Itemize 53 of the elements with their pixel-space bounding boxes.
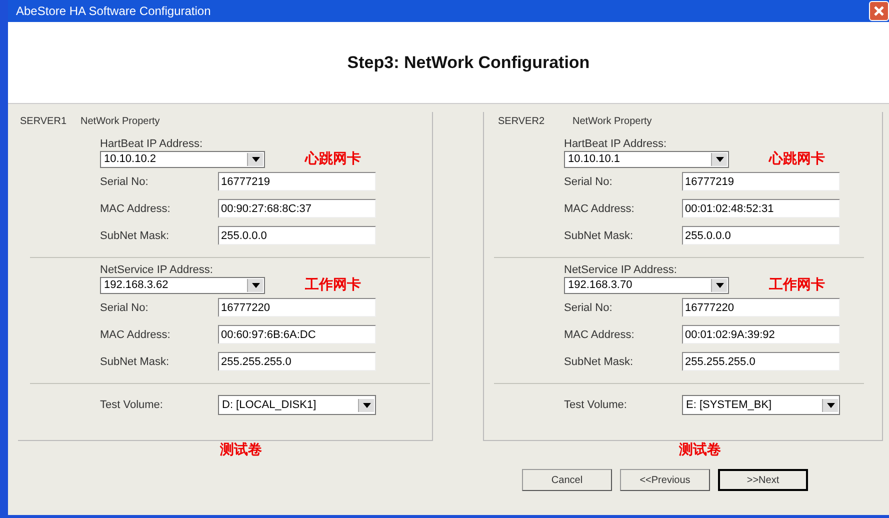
annotation-label: 工作网卡 bbox=[305, 276, 361, 294]
field-label: Test Volume: bbox=[100, 399, 164, 411]
dialog-button[interactable]: <<Previous bbox=[620, 469, 710, 491]
close-icon bbox=[873, 5, 885, 17]
text-field[interactable]: 16777219 bbox=[218, 172, 376, 191]
field-label: MAC Address: bbox=[100, 328, 172, 340]
group-title: NetWork Property bbox=[80, 116, 160, 129]
annotation-label: 测试卷 bbox=[220, 441, 263, 459]
ip-dropdown[interactable]: 192.168.3.62 bbox=[100, 276, 265, 294]
volume-dropdown[interactable]: E: [SYSTEM_BK] bbox=[682, 395, 840, 415]
field-label: Serial No: bbox=[100, 302, 150, 314]
text-field[interactable]: 16777220 bbox=[682, 298, 840, 317]
dialog-button[interactable]: Cancel bbox=[522, 469, 612, 491]
field-label: SubNet Mask: bbox=[100, 356, 170, 368]
ip-dropdown[interactable]: 10.10.10.1 bbox=[564, 150, 729, 168]
field-label: MAC Address: bbox=[100, 202, 172, 214]
text-field[interactable]: 00:90:27:68:8C:37 bbox=[218, 199, 376, 218]
step-heading: Step3: NetWork Configuration bbox=[347, 52, 590, 72]
text-field[interactable]: 00:60:97:6B:6A:DC bbox=[218, 325, 376, 344]
text-field[interactable]: 255.0.0.0 bbox=[682, 226, 840, 245]
text-field[interactable]: 255.0.0.0 bbox=[218, 226, 376, 245]
text-field[interactable]: 255.255.255.0 bbox=[682, 352, 840, 371]
field-label: Test Volume: bbox=[564, 399, 628, 411]
field-label: Serial No: bbox=[564, 176, 614, 188]
text-field[interactable]: 00:01:02:9A:39:92 bbox=[682, 325, 840, 344]
server-label: SERVER2 bbox=[498, 116, 545, 129]
field-label: SubNet Mask: bbox=[564, 230, 634, 242]
window-title: AbeStore HA Software Configuration bbox=[16, 4, 211, 18]
volume-dropdown[interactable]: D: [LOCAL_DISK1] bbox=[218, 395, 376, 415]
server-label: SERVER1 bbox=[20, 116, 67, 129]
close-button[interactable] bbox=[869, 1, 889, 21]
text-field[interactable]: 255.255.255.0 bbox=[218, 352, 376, 371]
ip-label: NetService IP Address: bbox=[100, 264, 214, 276]
ip-label: NetService IP Address: bbox=[564, 264, 678, 276]
ip-dropdown[interactable]: 10.10.10.2 bbox=[100, 150, 265, 168]
annotation-label: 心跳网卡 bbox=[769, 150, 825, 168]
annotation-label: 工作网卡 bbox=[769, 276, 825, 294]
field-label: Serial No: bbox=[564, 302, 614, 314]
dialog-button[interactable]: >>Next bbox=[718, 469, 808, 491]
field-label: Serial No: bbox=[100, 176, 150, 188]
field-label: MAC Address: bbox=[564, 328, 636, 340]
field-label: SubNet Mask: bbox=[100, 230, 170, 242]
annotation-label: 心跳网卡 bbox=[305, 150, 361, 168]
ip-dropdown[interactable]: 192.168.3.70 bbox=[564, 276, 729, 294]
ip-label: HartBeat IP Address: bbox=[564, 138, 668, 150]
ip-label: HartBeat IP Address: bbox=[100, 138, 204, 150]
annotation-label: 测试卷 bbox=[679, 441, 722, 459]
field-label: MAC Address: bbox=[564, 202, 636, 214]
field-label: SubNet Mask: bbox=[564, 356, 634, 368]
text-field[interactable]: 16777219 bbox=[682, 172, 840, 191]
text-field[interactable]: 00:01:02:48:52:31 bbox=[682, 199, 840, 218]
text-field[interactable]: 16777220 bbox=[218, 298, 376, 317]
group-title: NetWork Property bbox=[572, 116, 652, 129]
